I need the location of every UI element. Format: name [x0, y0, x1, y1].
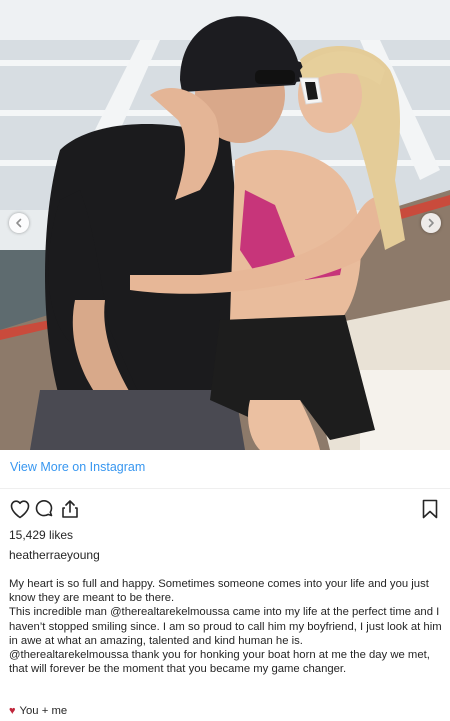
red-heart-emoji: ♥: [9, 705, 16, 717]
sign-off-text: You + me: [19, 705, 68, 717]
comment-bubble-icon: [35, 500, 53, 517]
view-more-link[interactable]: View More on Instagram: [10, 460, 145, 474]
share-button[interactable]: [58, 497, 82, 521]
comment-button[interactable]: [32, 497, 56, 521]
share-upload-icon: [62, 500, 78, 518]
carousel-prev-button[interactable]: [9, 213, 29, 233]
divider: [0, 488, 450, 489]
chevron-right-icon: [428, 218, 434, 228]
caption-line: This incredible man @therealtarekelmouss…: [9, 606, 442, 647]
heart-outline-icon: [10, 500, 30, 519]
action-bar: [8, 497, 442, 523]
instagram-embed: View More on Instagram 15,429 likes heat…: [0, 0, 450, 721]
chevron-left-icon: [16, 218, 22, 228]
caption-line: My heart is so full and happy. Sometimes…: [9, 578, 429, 605]
likes-count[interactable]: 15,429 likes: [9, 528, 73, 542]
caption-line: @therealtarekelmoussa thank you for honk…: [9, 649, 430, 676]
caption-sign-off: ♥ You + me: [9, 705, 67, 717]
post-photo[interactable]: [0, 0, 450, 450]
post-photo-image: [0, 0, 450, 450]
bookmark-icon: [422, 499, 438, 519]
save-button[interactable]: [418, 497, 442, 521]
post-caption: My heart is so full and happy. Sometimes…: [9, 577, 443, 676]
carousel-next-button[interactable]: [421, 213, 441, 233]
username[interactable]: heatherraeyoung: [9, 548, 100, 562]
like-button[interactable]: [8, 497, 32, 521]
